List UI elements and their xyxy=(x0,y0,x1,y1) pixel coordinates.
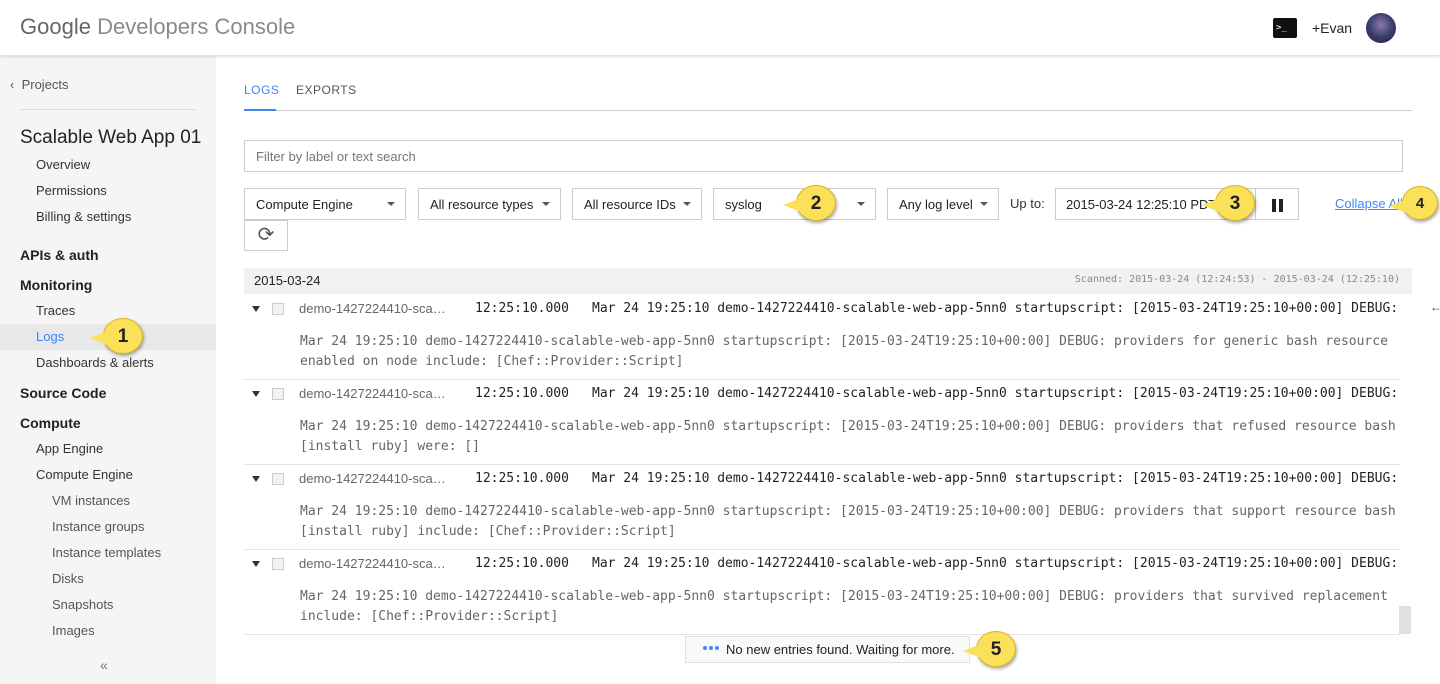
refresh-button[interactable]: ⟳ xyxy=(244,220,288,251)
resource-type-value: All resource types xyxy=(430,197,534,212)
active-tab-indicator xyxy=(244,109,276,111)
service-dropdown-value: Compute Engine xyxy=(256,197,353,212)
loading-dot xyxy=(715,646,719,650)
resource-id-value: All resource IDs xyxy=(584,197,676,212)
sidebar-item-compute-engine[interactable]: Compute Engine xyxy=(36,467,133,482)
expand-toggle-icon[interactable] xyxy=(252,391,260,397)
loading-dot xyxy=(709,646,713,650)
log-resource: demo-1427224410-sca… xyxy=(299,556,446,571)
sidebar: ‹ Projects Scalable Web App 01 Overview … xyxy=(0,56,216,684)
collapse-sidebar-button[interactable]: « xyxy=(100,657,108,673)
pause-button[interactable] xyxy=(1255,188,1299,220)
sidebar-item-dashboards[interactable]: Dashboards & alerts xyxy=(36,355,154,370)
chevron-down-icon xyxy=(542,202,550,206)
sidebar-item-overview[interactable]: Overview xyxy=(36,157,90,172)
severity-icon xyxy=(272,558,284,570)
tab-divider xyxy=(244,110,1412,111)
expand-toggle-icon[interactable] xyxy=(252,561,260,567)
sidebar-item-permissions[interactable]: Permissions xyxy=(36,183,107,198)
callout-3: 3 xyxy=(1202,185,1255,221)
sidebar-item-snapshots[interactable]: Snapshots xyxy=(52,597,113,612)
scanned-range: Scanned: 2015-03-24 (12:24:53) - 2015-03… xyxy=(1074,274,1400,285)
sidebar-section-monitoring[interactable]: Monitoring xyxy=(20,277,92,293)
resource-id-dropdown[interactable]: All resource IDs xyxy=(572,188,702,220)
logo-google-text: Google xyxy=(20,14,91,39)
streaming-status-text: No new entries found. Waiting for more. xyxy=(726,642,955,657)
log-summary: Mar 24 19:25:10 demo-1427224410-scalable… xyxy=(592,471,1400,486)
chevron-down-icon xyxy=(980,202,988,206)
sidebar-item-billing[interactable]: Billing & settings xyxy=(36,209,131,224)
filter-search-input[interactable] xyxy=(244,140,1403,172)
chevron-down-icon xyxy=(387,202,395,206)
log-detail: Mar 24 19:25:10 demo-1427224410-scalable… xyxy=(300,589,1388,624)
log-resource: demo-1427224410-sca… xyxy=(299,301,446,316)
avatar[interactable] xyxy=(1366,13,1396,43)
log-summary: Mar 24 19:25:10 demo-1427224410-scalable… xyxy=(592,386,1400,401)
log-scrollbar-thumb[interactable] xyxy=(1399,606,1411,634)
streaming-status: No new entries found. Waiting for more. xyxy=(685,636,970,663)
project-name: Scalable Web App 01 xyxy=(20,127,202,148)
log-resource: demo-1427224410-sca… xyxy=(299,386,446,401)
log-date-header: 2015-03-24 Scanned: 2015-03-24 (12:24:53… xyxy=(244,268,1412,294)
callout-4: 4 xyxy=(1389,186,1438,220)
log-detail: Mar 24 19:25:10 demo-1427224410-scalable… xyxy=(300,334,1388,369)
log-detail: Mar 24 19:25:10 demo-1427224410-scalable… xyxy=(300,504,1396,539)
log-summary: Mar 24 19:25:10 demo-1427224410-scalable… xyxy=(592,301,1400,316)
service-dropdown[interactable]: Compute Engine xyxy=(244,188,406,220)
log-resource: demo-1427224410-sca… xyxy=(299,471,446,486)
log-time: 12:25:10.000 xyxy=(475,386,569,401)
sidebar-item-images[interactable]: Images xyxy=(52,623,95,638)
callout-5: 5 xyxy=(963,631,1016,667)
sidebar-item-instance-groups[interactable]: Instance groups xyxy=(52,519,145,534)
severity-icon xyxy=(272,388,284,400)
sidebar-item-vm-instances[interactable]: VM instances xyxy=(52,493,130,508)
sidebar-item-app-engine[interactable]: App Engine xyxy=(36,441,103,456)
log-time: 12:25:10.000 xyxy=(475,301,569,316)
log-date: 2015-03-24 xyxy=(254,273,321,288)
pause-icon-bar-right xyxy=(1279,199,1283,212)
log-entry[interactable]: demo-1427224410-sca… 12:25:10.000 Mar 24… xyxy=(244,381,1400,465)
resource-type-dropdown[interactable]: All resource types xyxy=(418,188,561,220)
log-entry[interactable]: demo-1427224410-sca… 12:25:10.000 Mar 24… xyxy=(244,551,1400,635)
sidebar-item-logs[interactable]: Logs xyxy=(36,329,64,344)
projects-back-link[interactable]: ‹ Projects xyxy=(10,77,69,92)
top-bar: Google Developers Console >_ +Evan xyxy=(0,0,1440,56)
pause-icon-bar-left xyxy=(1272,199,1276,212)
sidebar-item-disks[interactable]: Disks xyxy=(52,571,84,586)
console-logo[interactable]: Google Developers Console xyxy=(20,14,295,40)
log-summary: Mar 24 19:25:10 demo-1427224410-scalable… xyxy=(592,556,1400,571)
user-name-link[interactable]: +Evan xyxy=(1312,20,1352,36)
log-entry[interactable]: demo-1427224410-sca… 12:25:10.000 Mar 24… xyxy=(244,466,1400,550)
sidebar-section-apis-auth[interactable]: APIs & auth xyxy=(20,247,99,263)
severity-icon xyxy=(272,473,284,485)
expand-toggle-icon[interactable] xyxy=(252,306,260,312)
tab-logs[interactable]: LOGS xyxy=(244,83,279,97)
chevron-down-icon xyxy=(857,202,865,206)
log-time: 12:25:10.000 xyxy=(475,556,569,571)
chevron-down-icon xyxy=(683,202,691,206)
log-level-value: Any log level xyxy=(899,197,973,212)
log-name-value: syslog xyxy=(725,197,762,212)
arrow-left-icon[interactable]: ← xyxy=(1430,300,1440,314)
sidebar-section-source-code[interactable]: Source Code xyxy=(20,385,106,401)
log-time: 12:25:10.000 xyxy=(475,471,569,486)
logo-product-text: Developers Console xyxy=(97,14,296,39)
callout-1: 1 xyxy=(90,318,143,354)
sidebar-item-instance-templates[interactable]: Instance templates xyxy=(52,545,161,560)
loading-dot xyxy=(703,646,707,650)
log-level-dropdown[interactable]: Any log level xyxy=(887,188,999,220)
callout-2: 2 xyxy=(783,185,836,221)
severity-icon xyxy=(272,303,284,315)
log-entry[interactable]: demo-1427224410-sca… 12:25:10.000 Mar 24… xyxy=(244,296,1400,380)
upto-label: Up to: xyxy=(1010,196,1045,211)
cloud-shell-icon[interactable]: >_ xyxy=(1273,18,1297,38)
sidebar-divider xyxy=(20,109,196,110)
projects-back-label: Projects xyxy=(21,77,69,92)
tab-exports[interactable]: EXPORTS xyxy=(296,83,357,97)
log-detail: Mar 24 19:25:10 demo-1427224410-scalable… xyxy=(300,419,1396,454)
sidebar-section-compute[interactable]: Compute xyxy=(20,415,81,431)
expand-toggle-icon[interactable] xyxy=(252,476,260,482)
sidebar-item-traces[interactable]: Traces xyxy=(36,303,75,318)
